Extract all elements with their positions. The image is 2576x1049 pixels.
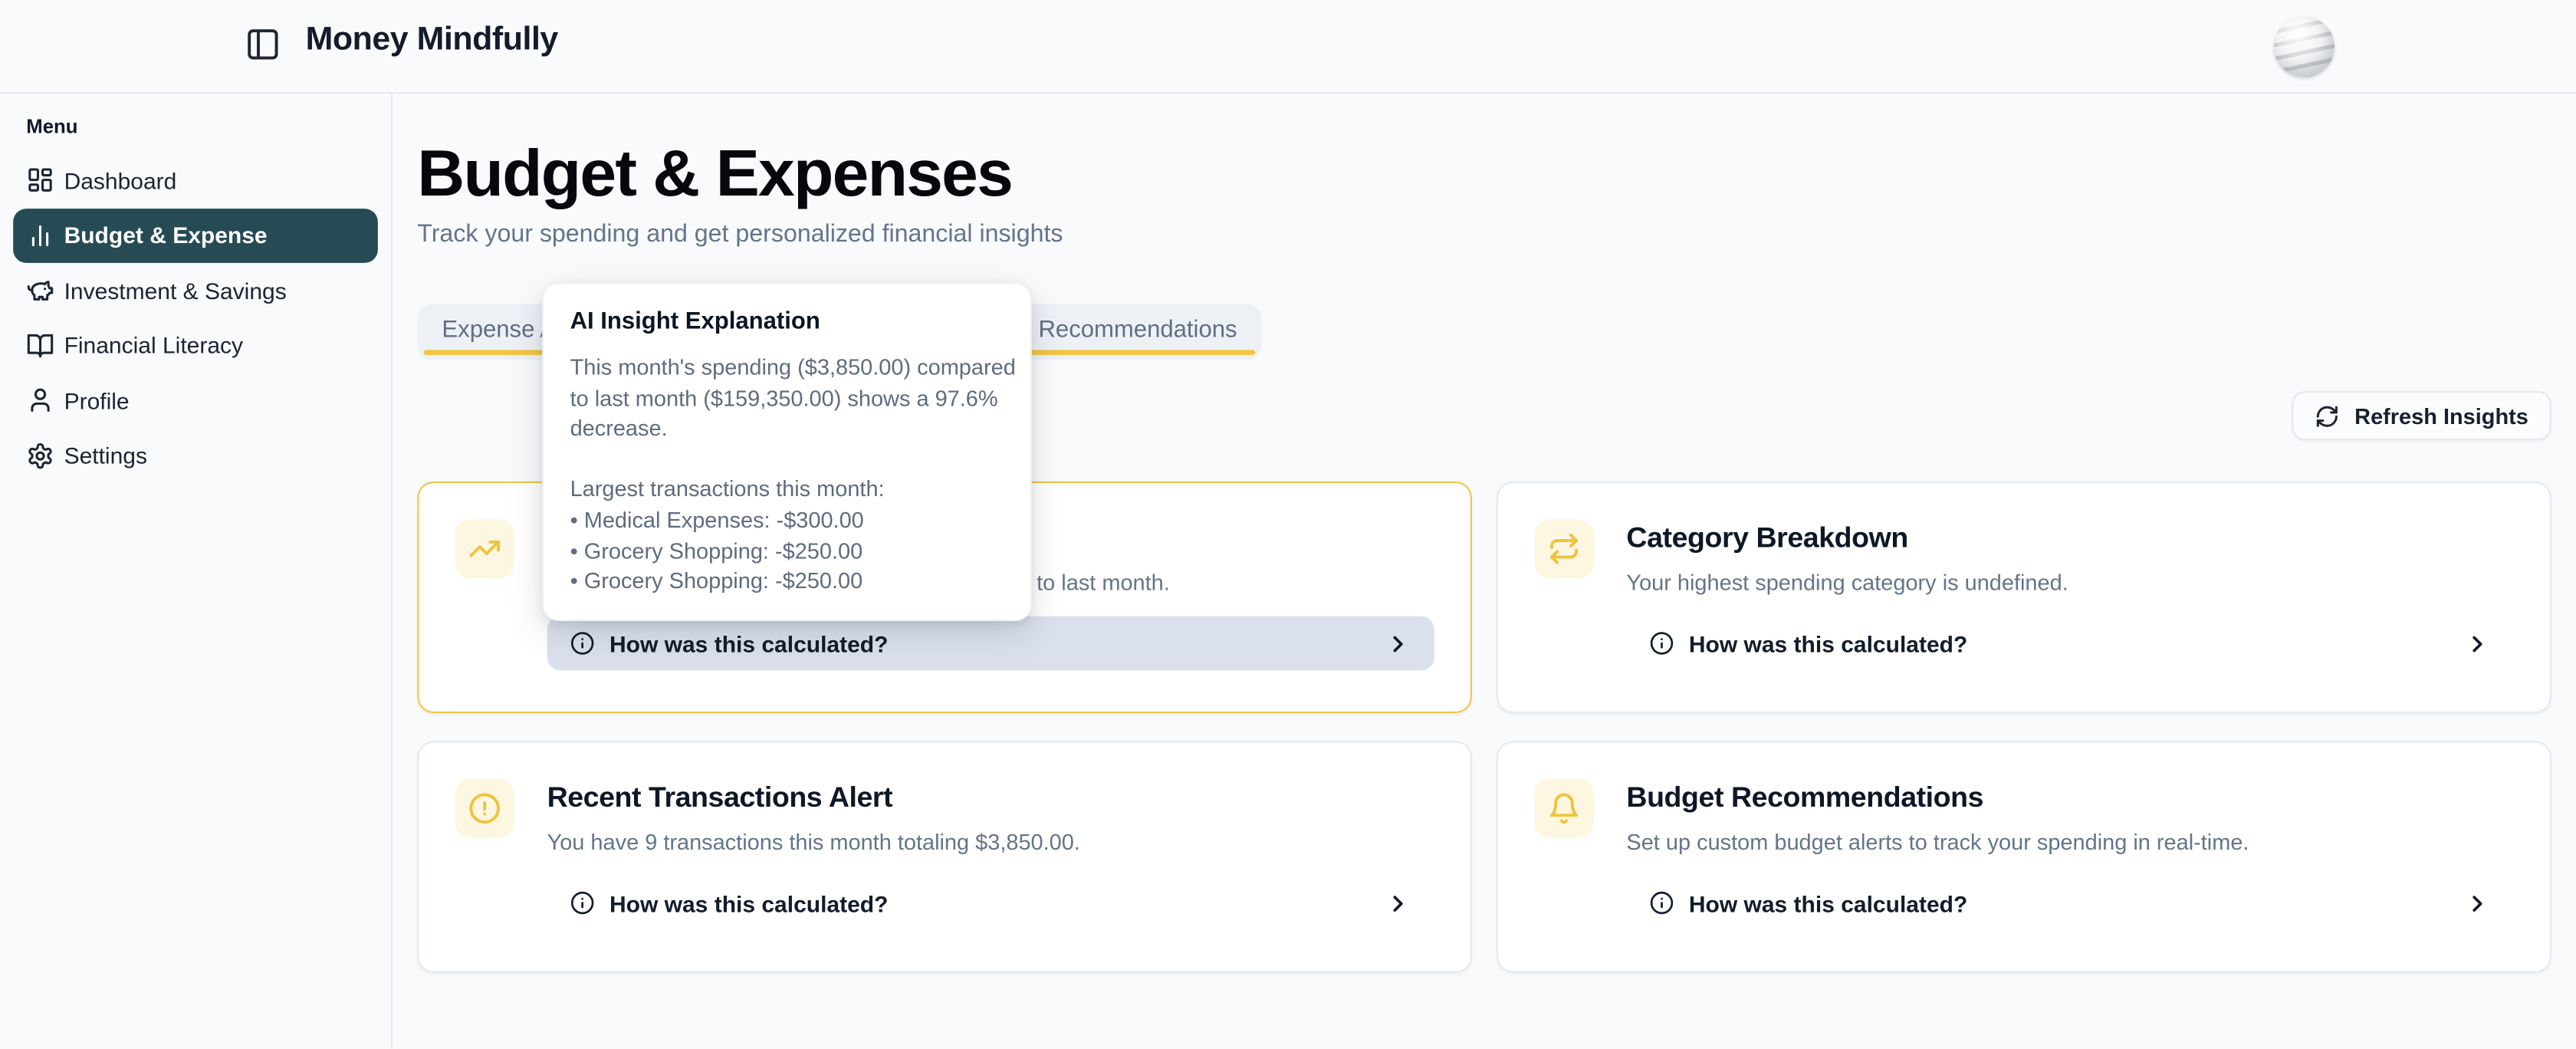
sidebar-item-label: Profile [64,387,130,413]
card-body: Category Breakdown Your highest spending… [1626,519,2513,676]
sidebar-item-label: Settings [64,442,147,469]
sidebar-item-investment-savings[interactable]: Investment & Savings [12,263,378,318]
page-subtitle: Track your spending and get personalized… [417,220,1063,248]
sidebar-item-financial-literacy[interactable]: Financial Literacy [12,318,378,373]
app-title: Money Mindfully [306,21,558,59]
chevron-right-icon [1385,890,1411,916]
how-label: How was this calculated? [1689,630,1967,656]
card-text: Set up custom budget alerts to track you… [1626,830,2513,854]
tooltip-title: AI Insight Explanation [570,309,1004,335]
gear-icon [26,442,54,469]
chevron-right-icon [2464,630,2490,656]
sidebar-item-label: Financial Literacy [64,332,243,358]
sidebar-item-dashboard[interactable]: Dashboard [12,153,378,208]
sidebar-toggle-button[interactable] [245,26,281,62]
card-body: Recent Transactions Alert You have 9 tra… [547,779,1434,936]
refresh-insights-button[interactable]: Refresh Insights [2292,391,2551,440]
how-label: How was this calculated? [1689,890,1967,916]
sidebar-item-profile[interactable]: Profile [12,373,378,428]
card-title: Category Breakdown [1626,521,2513,555]
trending-up-icon [455,519,514,578]
chevron-right-icon [1385,630,1411,656]
tooltip-line: decrease. [570,414,1004,445]
card-recent-transactions-alert: Recent Transactions Alert You have 9 tra… [417,741,1472,972]
card-text: You have 9 transactions this month total… [547,830,1434,854]
sidebar-menu-label: Menu [26,115,390,138]
info-icon [570,631,595,656]
repeat-icon [1534,519,1593,578]
ai-insight-tooltip: AI Insight Explanation This month's spen… [542,283,1032,621]
tooltip-line: • Medical Expenses: -$300.00 [570,506,1004,537]
panel-left-icon [245,26,281,62]
bell-icon [1534,779,1593,838]
tooltip-line: to last month ($159,350.00) shows a 97.6… [570,384,1004,415]
card-budget-recommendations: Budget Recommendations Set up custom bud… [1497,741,2551,972]
tooltip-line [570,445,1004,475]
alert-circle-icon [455,779,514,838]
sidebar: Menu Dashboard Budget & Expense Investme… [0,94,392,1049]
how-was-this-calculated-row[interactable]: How was this calculated? [1626,617,2513,671]
card-text: Your highest spending category is undefi… [1626,571,2513,595]
layout-dashboard-icon [26,166,54,194]
info-icon [570,890,595,915]
tooltip-line: • Grocery Shopping: -$250.00 [570,567,1004,598]
app-window: Money Mindfully Menu Dashboard Budget & … [0,0,2576,1049]
sidebar-item-label: Investment & Savings [64,278,287,304]
bar-chart-icon [26,222,54,249]
piggy-bank-icon [26,277,54,304]
user-icon [26,386,54,414]
sidebar-item-label: Budget & Expense [64,222,268,248]
top-header: Money Mindfully [0,0,2576,94]
tooltip-line: Largest transactions this month: [570,475,1004,506]
card-body: Budget Recommendations Set up custom bud… [1626,779,2513,936]
sidebar-item-settings[interactable]: Settings [12,428,378,483]
refresh-icon [2315,403,2340,428]
card-category-breakdown: Category Breakdown Your highest spending… [1497,482,2551,713]
card-title: Budget Recommendations [1626,781,2513,815]
sidebar-item-label: Dashboard [64,167,177,193]
how-label: How was this calculated? [610,630,888,656]
how-was-this-calculated-row[interactable]: How was this calculated? [547,876,1434,930]
info-icon [1649,631,1674,656]
user-avatar[interactable] [2274,16,2334,77]
info-icon [1649,890,1674,915]
tooltip-line: • Grocery Shopping: -$250.00 [570,537,1004,567]
book-open-icon [26,331,54,359]
tooltip-line: This month's spending ($3,850.00) compar… [570,354,1004,384]
refresh-insights-label: Refresh Insights [2354,403,2528,428]
sidebar-item-budget-expense[interactable]: Budget & Expense [12,208,378,263]
card-title: Recent Transactions Alert [547,781,1434,815]
chevron-right-icon [2464,890,2490,916]
how-was-this-calculated-row[interactable]: How was this calculated? [547,617,1434,671]
how-label: How was this calculated? [610,890,888,916]
page-title: Budget & Expenses [417,136,1012,212]
how-was-this-calculated-row[interactable]: How was this calculated? [1626,876,2513,930]
